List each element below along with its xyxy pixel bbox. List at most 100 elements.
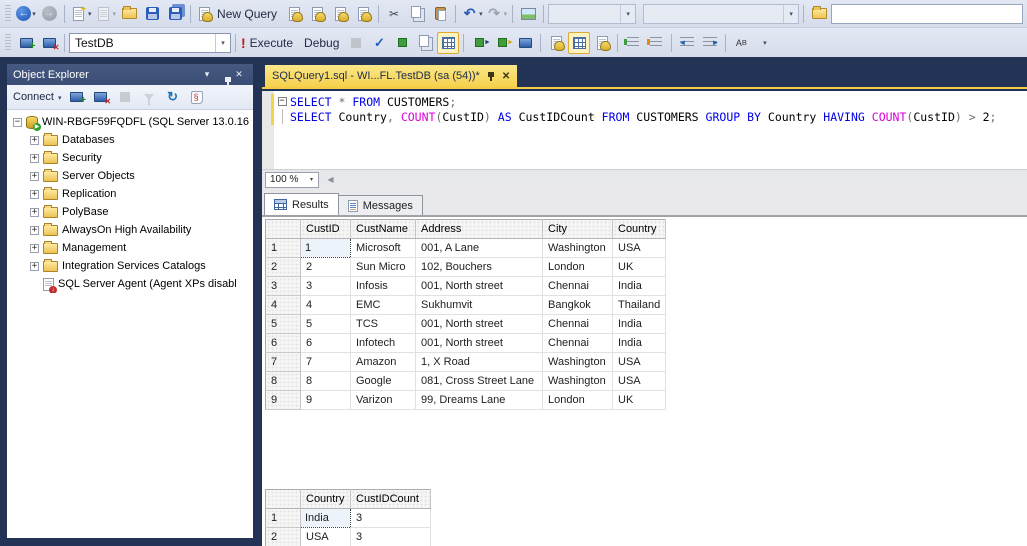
column-header-custidcount[interactable]: CustIDCount xyxy=(350,489,431,509)
grid-cell[interactable]: Chennai xyxy=(542,276,613,296)
oe-filter-button[interactable] xyxy=(138,86,160,108)
tree-item-server-objects[interactable]: + Server Objects xyxy=(7,167,253,185)
save-all-button[interactable] xyxy=(164,3,186,25)
hscroll-left-button[interactable]: ◀ xyxy=(323,172,338,188)
grid-cell[interactable]: Chennai xyxy=(542,314,613,334)
oe-script-button[interactable] xyxy=(186,86,208,108)
grid-cell[interactable]: London xyxy=(542,257,613,277)
change-connection-button[interactable] xyxy=(38,32,60,54)
row-header-cell[interactable]: 5 xyxy=(265,314,301,334)
row-header-cell[interactable]: 2 xyxy=(265,527,301,546)
toolbar-combo-2[interactable]: ▾ xyxy=(643,3,800,24)
row-header-cell[interactable]: 1 xyxy=(265,508,301,528)
cut-button[interactable]: ✂ xyxy=(383,3,405,25)
database-engine-query-button[interactable] xyxy=(283,3,305,25)
client-statistics-button[interactable] xyxy=(514,32,536,54)
tree-item-integration-services-catalogs[interactable]: + Integration Services Catalogs xyxy=(7,257,253,275)
grid-cell[interactable]: 4 xyxy=(300,295,351,315)
oe-disconnect-button[interactable] xyxy=(90,86,112,108)
available-databases-combo[interactable]: TestDB ▾ xyxy=(69,32,231,53)
grid-cell[interactable]: 99, Dreams Lane xyxy=(415,390,543,410)
object-explorer-titlebar[interactable]: Object Explorer ▾ ✕ xyxy=(7,64,253,85)
connect-button[interactable] xyxy=(15,32,37,54)
grid-cell[interactable]: 3 xyxy=(300,276,351,296)
results-to-grid-button[interactable] xyxy=(568,31,591,54)
grid-cell[interactable]: India xyxy=(612,333,667,353)
template-parameters-button[interactable] xyxy=(491,32,514,54)
expand-icon[interactable]: + xyxy=(30,135,39,145)
toolbar-overflow-button[interactable]: ▾ xyxy=(753,32,775,54)
grid-cell[interactable]: Varizon xyxy=(350,390,416,410)
close-panel-button[interactable]: ✕ xyxy=(231,69,247,80)
results-grid-customers[interactable]: CustID CustName Address City Country 1 1 Micros… xyxy=(265,219,667,410)
tab-messages[interactable]: Messages xyxy=(338,195,423,215)
toolbar-combo-1[interactable]: ▾ xyxy=(548,3,637,24)
grid-cell[interactable]: 3 xyxy=(350,508,431,528)
column-header-address[interactable]: Address xyxy=(415,219,543,239)
tab-close-icon[interactable]: ✕ xyxy=(502,71,510,82)
redo-button[interactable]: ↷ ▾ xyxy=(485,3,509,25)
grid-cell[interactable]: 102, Bouchers xyxy=(415,257,543,277)
editor-code-area[interactable]: − SELECT * FROM CUSTOMERS; SELECT Country,… xyxy=(274,91,1027,169)
column-header-country[interactable]: Country xyxy=(612,219,667,239)
expand-icon[interactable]: + xyxy=(30,171,39,181)
grid-cell[interactable]: 8 xyxy=(300,371,351,391)
row-header-cell[interactable]: 1 xyxy=(265,238,301,258)
results-grid-groupby[interactable]: Country CustIDCount 1 India 3 2 USA 3 xyxy=(265,489,431,546)
grid-cell[interactable]: Washington xyxy=(542,371,613,391)
parse-button[interactable]: ✓ xyxy=(368,32,390,54)
new-query-button[interactable]: New Query xyxy=(195,3,282,25)
find-in-files-button[interactable] xyxy=(808,3,830,25)
row-header-cell[interactable]: 8 xyxy=(265,371,301,391)
tree-item-sql-server-agent-agent-xps-dis[interactable]: SQL Server Agent (Agent XPs disabl xyxy=(7,275,253,293)
grid-cell[interactable]: UK xyxy=(612,257,667,277)
grid-cell[interactable]: Sukhumvit xyxy=(415,295,543,315)
toolbar-grip[interactable] xyxy=(5,4,11,23)
grid-cell[interactable]: 6 xyxy=(300,333,351,353)
grid-cell[interactable]: 5 xyxy=(300,314,351,334)
grid-cell[interactable]: 1, X Road xyxy=(415,352,543,372)
expand-icon[interactable]: + xyxy=(30,261,39,271)
copy-button[interactable] xyxy=(406,3,428,25)
grid-cell[interactable]: 2 xyxy=(300,257,351,277)
navigate-forward-button[interactable]: → xyxy=(38,3,60,25)
document-tab[interactable]: SQLQuery1.sql - WI...FL.TestDB (sa (54))… xyxy=(265,65,518,87)
row-header-cell[interactable]: 4 xyxy=(265,295,301,315)
execute-button[interactable]: ! Execute xyxy=(240,32,298,54)
grid-cell[interactable]: Washington xyxy=(542,352,613,372)
decrease-indent-button[interactable] xyxy=(676,32,698,54)
results-to-text-button[interactable] xyxy=(545,32,567,54)
grid-cell[interactable]: Infosis xyxy=(350,276,416,296)
new-project-button[interactable]: ▾ xyxy=(69,3,93,25)
estimated-plan-button[interactable] xyxy=(414,32,436,54)
analyze-dta-button[interactable] xyxy=(391,32,413,54)
debug-button[interactable]: Debug xyxy=(299,32,344,54)
code-line-2[interactable]: SELECT Country, COUNT(CustID) AS CustIDC… xyxy=(274,109,1027,124)
grid-cell[interactable]: India xyxy=(612,314,667,334)
search-input[interactable] xyxy=(831,3,1023,24)
add-item-button[interactable]: ▾ xyxy=(94,3,118,25)
oe-stop-button[interactable] xyxy=(114,86,136,108)
column-header-custid[interactable]: CustID xyxy=(300,219,351,239)
grid-corner-cell[interactable] xyxy=(265,489,301,509)
navigate-back-button[interactable]: ← ▾ xyxy=(15,3,37,25)
expand-icon[interactable]: + xyxy=(30,225,39,235)
tree-item-alwayson-high-availability[interactable]: + AlwaysOn High Availability xyxy=(7,221,253,239)
specify-values-button[interactable]: AB xyxy=(730,32,752,54)
grid-cell[interactable]: Thailand xyxy=(612,295,667,315)
toolbar-grip[interactable] xyxy=(5,33,11,52)
connect-dropdown-button[interactable]: Connect ▾ xyxy=(11,91,64,103)
row-header-cell[interactable]: 6 xyxy=(265,333,301,353)
grid-cell[interactable]: USA xyxy=(612,352,667,372)
expand-icon[interactable]: + xyxy=(30,207,39,217)
open-file-button[interactable] xyxy=(118,3,140,25)
tree-item-databases[interactable]: + Databases xyxy=(7,131,253,149)
code-line-1[interactable]: − SELECT * FROM CUSTOMERS; xyxy=(274,94,1027,109)
tree-item-replication[interactable]: + Replication xyxy=(7,185,253,203)
save-button[interactable] xyxy=(141,3,163,25)
row-header-cell[interactable]: 7 xyxy=(265,352,301,372)
window-position-button[interactable]: ▾ xyxy=(199,69,215,80)
grid-cell[interactable]: Amazon xyxy=(350,352,416,372)
grid-cell[interactable]: USA xyxy=(612,371,667,391)
grid-cell[interactable]: 081, Cross Street Lane xyxy=(415,371,543,391)
